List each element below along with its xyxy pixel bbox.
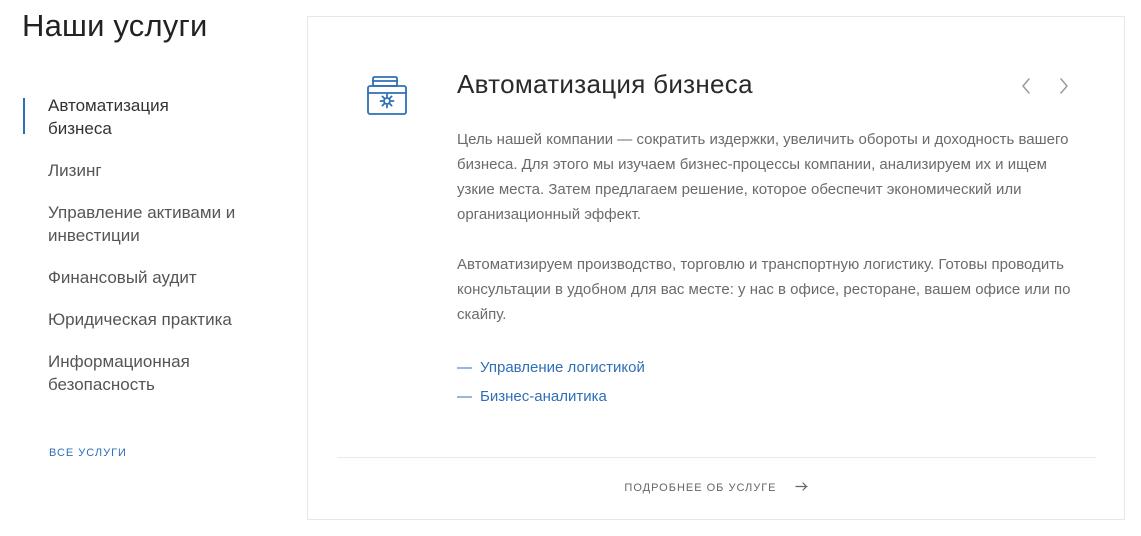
sidebar-item-business-automation[interactable]: Автоматизация бизнеса [22,94,282,140]
more-link-label: ПОДРОБНЕЕ ОБ УСЛУГЕ [624,482,777,494]
sidebar-item-label: Финансовый аудит [48,268,197,287]
next-arrow-icon[interactable] [1056,75,1072,97]
service-title: Автоматизация бизнеса [457,69,753,99]
arrow-right-icon [794,482,808,494]
carousel-controls [1018,75,1072,97]
sidebar-item-financial-audit[interactable]: Финансовый аудит [22,266,282,289]
services-sidebar: Автоматизация бизнеса Лизинг Управление … [22,94,282,415]
sub-service-links: — Управление логистикой — Бизнес-аналитика [457,353,645,411]
dash: — [457,388,472,405]
all-services-link[interactable]: ВСЕ УСЛУГИ [49,447,127,459]
more-about-service-link[interactable]: ПОДРОБНЕЕ ОБ УСЛУГЕ [308,482,1124,494]
service-card: Автоматизация бизнеса Цель нашей компани… [307,16,1125,520]
sidebar-item-label: Лизинг [48,161,102,180]
prev-arrow-icon[interactable] [1018,75,1034,97]
card-divider [337,457,1096,458]
page-title: Наши услуги [22,8,208,43]
service-description-paragraph: Цель нашей компании — сократить издержки… [457,131,1069,223]
sidebar-item-information-security[interactable]: Информационная безопасность [22,350,282,396]
sidebar-item-label: Юридическая практика [48,310,232,329]
sidebar-item-label: Управление активами и инвестиции [48,203,236,245]
sidebar-item-asset-management[interactable]: Управление активами и инвестиции [22,201,282,247]
sidebar-item-legal-practice[interactable]: Юридическая практика [22,308,282,331]
link-logistics-management[interactable]: — Управление логистикой [457,353,645,382]
sidebar-item-label: Автоматизация бизнеса [48,96,169,138]
briefcase-gear-icon [366,74,408,118]
link-business-analytics[interactable]: — Бизнес-аналитика [457,382,645,411]
link-label: Бизнес-аналитика [480,388,607,405]
link-label: Управление логистикой [480,359,645,376]
service-description-paragraph: Автоматизируем производство, торговлю и … [457,256,1071,323]
sidebar-item-leasing[interactable]: Лизинг [22,159,282,182]
dash: — [457,359,472,376]
sidebar-item-label: Информационная безопасность [48,352,190,394]
